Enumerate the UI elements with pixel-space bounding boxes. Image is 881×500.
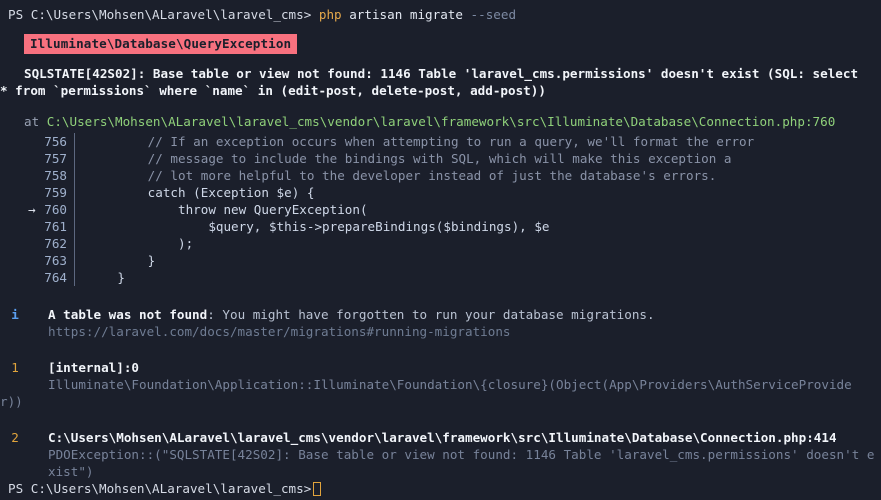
current-line-arrow-icon: → xyxy=(28,202,36,217)
trailing-prompt-text: PS C:\Users\Mohsen\ALaravel\laravel_cms> xyxy=(8,481,312,496)
source-file-path[interactable]: C:\Users\Mohsen\ALaravel\laravel_cms\ven… xyxy=(47,114,836,129)
code-line: 759 catch (Exception $e) { xyxy=(0,184,881,201)
code-line: 757 // message to include the bindings w… xyxy=(0,150,881,167)
text-cursor[interactable] xyxy=(313,482,322,496)
code-line-number: 758 xyxy=(44,168,67,183)
command-prompt-line: PS C:\Users\Mohsen\ALaravel\laravel_cms>… xyxy=(0,0,881,23)
code-line: 756 // If an exception occurs when attem… xyxy=(0,133,881,150)
exception-message-block: SQLSTATE[42S02]: Base table or view not … xyxy=(0,54,881,99)
code-line-text: $query, $this->prepareBindings($bindings… xyxy=(87,219,550,234)
stack-frame-header: 2 C:\Users\Mohsen\ALaravel\laravel_cms\ve… xyxy=(0,429,881,446)
source-location-line: at C:\Users\Mohsen\ALaravel\laravel_cms\… xyxy=(0,113,881,130)
exception-message-line-2: * from `permissions` where `name` in (ed… xyxy=(0,83,546,98)
stack-frame-path: C:\Users\Mohsen\ALaravel\laravel_cms\ven… xyxy=(48,430,837,445)
code-line-text: } xyxy=(87,270,125,285)
code-line-number: 763 xyxy=(44,253,67,268)
command-arguments: artisan migrate xyxy=(341,7,471,22)
hint-block: i A table was not found: You might have … xyxy=(0,286,881,340)
code-line-text: throw new QueryException( xyxy=(87,202,368,217)
terminal-window[interactable]: PS C:\Users\Mohsen\ALaravel\laravel_cms>… xyxy=(0,0,881,500)
exception-badge-container: Illuminate\Database\QueryException xyxy=(0,23,881,54)
code-line-text: // If an exception occurs when attemptin… xyxy=(87,134,755,149)
code-line-number: 762 xyxy=(44,236,67,251)
code-line: 762 ); xyxy=(0,235,881,252)
stack-frame-detail-overflow: r)) xyxy=(0,394,23,409)
at-keyword: at xyxy=(24,114,47,129)
code-line: → 760 throw new QueryException( xyxy=(0,201,881,218)
stack-frame-detail: PDOException::("SQLSTATE[42S02]: Base ta… xyxy=(48,447,875,479)
code-listing: 756 // If an exception occurs when attem… xyxy=(0,130,881,286)
exception-message-line-1: SQLSTATE[42S02]: Base table or view not … xyxy=(24,66,859,81)
code-line-text: } xyxy=(87,253,156,268)
exception-class-badge: Illuminate\Database\QueryException xyxy=(24,34,298,54)
stack-frame-path: [internal]:0 xyxy=(48,360,139,375)
code-line-number: 761 xyxy=(44,219,67,234)
code-line-text: ); xyxy=(87,236,194,251)
stack-frame-header: 1 [internal]:0 xyxy=(0,359,881,376)
stack-frame-spacer xyxy=(0,410,881,429)
source-location-block: at C:\Users\Mohsen\ALaravel\laravel_cms\… xyxy=(0,99,881,130)
code-line-number: 757 xyxy=(44,151,67,166)
code-line-text: // lot more helpful to the developer ins… xyxy=(87,168,717,183)
hint-row: i A table was not found: You might have … xyxy=(0,306,881,323)
code-line-number: 756 xyxy=(44,134,67,149)
prompt-prefix: PS C:\Users\Mohsen\ALaravel\laravel_cms> xyxy=(8,7,319,22)
hint-documentation-link[interactable]: https://laravel.com/docs/master/migratio… xyxy=(0,323,881,340)
command-binary: php xyxy=(318,7,342,22)
trailing-prompt-line[interactable]: PS C:\Users\Mohsen\ALaravel\laravel_cms> xyxy=(0,480,881,497)
code-line: 763 } xyxy=(0,252,881,269)
stack-frame-detail: Illuminate\Foundation\Application::Illum… xyxy=(48,377,852,392)
code-line-text: // message to include the bindings with … xyxy=(87,151,732,166)
hint-text: : You might have forgotten to run your d… xyxy=(207,307,655,322)
code-line-number: → 760 xyxy=(28,202,67,217)
code-line: 758 // lot more helpful to the developer… xyxy=(0,167,881,184)
info-icon: i xyxy=(11,307,19,322)
stack-frame[interactable]: 1 [internal]:0 Illuminate\Foundation\Appli… xyxy=(0,359,881,410)
stack-frame-number: 2 xyxy=(11,430,19,445)
stack-frames: 1 [internal]:0 Illuminate\Foundation\Appli… xyxy=(0,340,881,480)
code-line-number: 764 xyxy=(44,270,67,285)
code-line-text: catch (Exception $e) { xyxy=(87,185,315,200)
command-flag: --seed xyxy=(470,7,517,22)
stack-frame[interactable]: 2 C:\Users\Mohsen\ALaravel\laravel_cms\ve… xyxy=(0,429,881,480)
hint-title: A table was not found xyxy=(48,307,208,322)
code-line: 761 $query, $this->prepareBindings($bind… xyxy=(0,218,881,235)
hint-body: A table was not found: You might have fo… xyxy=(30,306,655,323)
code-line: 764 } xyxy=(0,269,881,286)
stack-frame-number: 1 xyxy=(11,360,19,375)
code-line-number: 759 xyxy=(44,185,67,200)
